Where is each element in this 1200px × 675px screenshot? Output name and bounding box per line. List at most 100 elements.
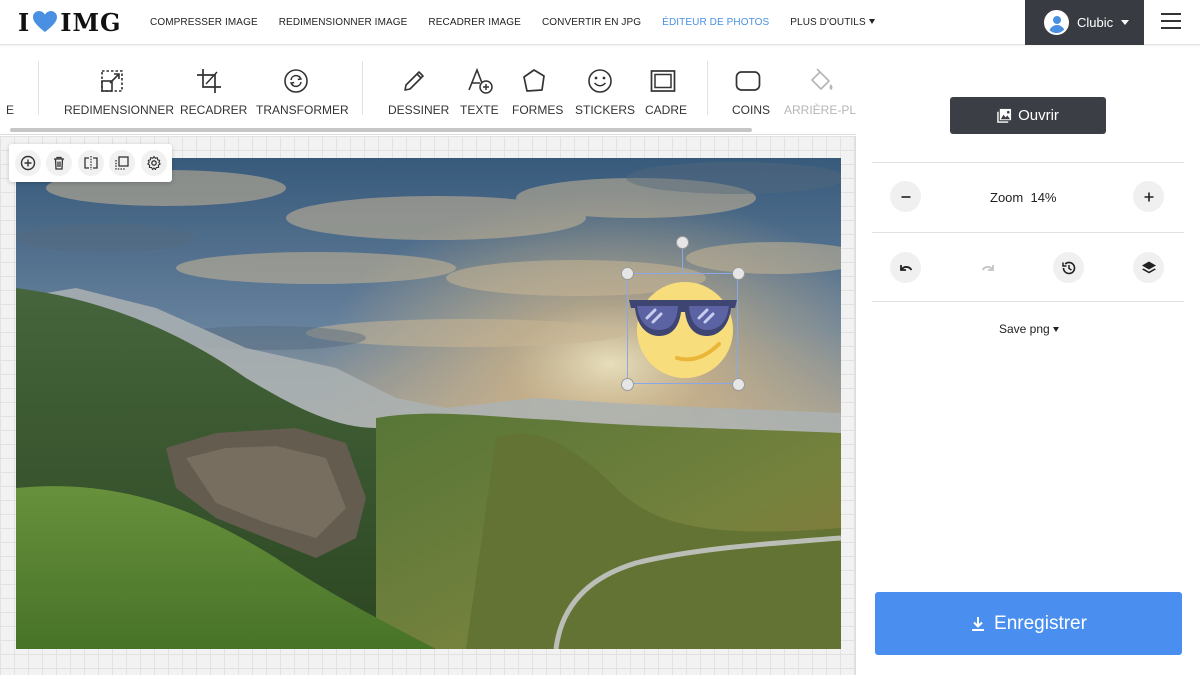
panel-divider — [872, 301, 1184, 302]
layers-icon — [1141, 261, 1156, 273]
transform-icon — [284, 69, 308, 93]
save-button-label: Enregistrer — [994, 612, 1087, 634]
landscape-photo[interactable] — [16, 158, 841, 649]
object-toolbar — [9, 144, 172, 182]
images-icon — [997, 108, 1012, 123]
resize-handle-top-right[interactable] — [732, 267, 745, 280]
toolbar-divider — [38, 61, 39, 115]
more-tools-label: PLUS D'OUTILS — [790, 17, 866, 28]
tool-stickers[interactable]: STICKERS — [573, 45, 635, 133]
rotation-guide-line — [682, 248, 683, 273]
resize-icon — [101, 70, 123, 92]
logo-word-img: IMG — [60, 7, 122, 37]
caret-down-icon — [868, 19, 875, 24]
text-add-icon — [468, 68, 493, 94]
nav-link-photo-editor[interactable]: ÉDITEUR DE PHOTOS — [662, 17, 769, 28]
nav-link-crop[interactable]: RECADRER IMAGE — [428, 17, 521, 28]
tool-text[interactable]: TEXTE — [458, 45, 499, 133]
resize-handle-bottom-right[interactable] — [732, 378, 745, 391]
trash-icon — [54, 156, 65, 170]
tool-draw[interactable]: DESSINER — [386, 45, 449, 133]
tool-stickers-label: STICKERS — [575, 103, 636, 117]
username: Clubic — [1077, 15, 1114, 30]
editor-toolbar: E REDIMENSIONNER RECADRER TRANSFORMER DE… — [0, 45, 856, 135]
undo-button[interactable] — [890, 252, 921, 283]
crop-icon — [197, 69, 221, 93]
save-format-label: Save png — [999, 322, 1050, 336]
flip-icon — [84, 156, 98, 170]
zoom-out-button[interactable] — [890, 181, 921, 212]
nav-link-convert-jpg[interactable]: CONVERTIR EN JPG — [542, 17, 641, 28]
rounded-corners-icon — [735, 71, 761, 91]
tool-background[interactable]: ARRIÈRE-PL — [782, 45, 856, 133]
tool-shapes-label: FORMES — [512, 103, 564, 117]
open-button[interactable]: Ouvrir — [950, 97, 1106, 134]
zoom-label: Zoom — [990, 190, 1024, 205]
redo-button[interactable] — [972, 252, 1003, 283]
minus-icon — [901, 195, 910, 198]
tool-corners-label: COINS — [732, 103, 771, 117]
tool-partial-label: E — [6, 103, 15, 117]
settings-icon — [146, 155, 161, 171]
save-format-dropdown[interactable]: Save png — [999, 322, 1059, 336]
rotate-handle[interactable] — [676, 236, 689, 249]
nav-link-compress[interactable]: COMPRESSER IMAGE — [150, 17, 258, 28]
history-button[interactable] — [1053, 252, 1084, 283]
tool-text-label: TEXTE — [460, 103, 499, 117]
right-panel: Ouvrir Zoom 14% Save png Enregistrer — [857, 45, 1200, 675]
tool-resize[interactable]: REDIMENSIONNER — [62, 45, 174, 133]
tool-transform[interactable]: TRANSFORMER — [254, 45, 349, 133]
zoom-value: 14% — [1030, 190, 1057, 205]
caret-down-icon — [1121, 20, 1130, 25]
add-object-button[interactable] — [15, 150, 41, 176]
resize-handle-top-left[interactable] — [621, 267, 634, 280]
paint-bucket-icon — [811, 68, 833, 90]
pencil-icon — [404, 71, 424, 91]
toolbar-scrollbar[interactable] — [10, 128, 752, 132]
save-button[interactable]: Enregistrer — [875, 592, 1182, 655]
object-settings-button[interactable] — [140, 150, 167, 176]
tool-background-label: ARRIÈRE-PL — [784, 103, 856, 117]
zoom-readout: Zoom 14% — [990, 190, 1057, 205]
tool-partial[interactable]: E — [0, 45, 14, 133]
heart-icon — [33, 11, 58, 32]
toolbar-divider — [362, 61, 363, 115]
tool-crop[interactable]: RECADRER — [178, 45, 247, 133]
canvas-area[interactable] — [0, 136, 856, 675]
open-button-label: Ouvrir — [1018, 107, 1059, 124]
logo-letter-i: I — [18, 7, 31, 37]
hamburger-icon[interactable] — [1161, 13, 1181, 30]
landscape-image — [16, 158, 841, 649]
delete-object-button[interactable] — [46, 150, 73, 176]
tool-resize-label: REDIMENSIONNER — [64, 103, 175, 117]
tool-corners[interactable]: COINS — [730, 45, 770, 133]
top-navigation: I IMG COMPRESSER IMAGE REDIMENSIONNER IM… — [0, 0, 1200, 45]
layers-button[interactable] — [1133, 252, 1164, 283]
nav-links: COMPRESSER IMAGE REDIMENSIONNER IMAGE RE… — [150, 0, 896, 45]
history-icon — [1061, 261, 1075, 274]
frame-icon — [650, 70, 676, 92]
avatar — [1044, 10, 1069, 35]
smiley-icon — [588, 69, 612, 93]
shapes-icon — [523, 69, 545, 92]
duplicate-object-button[interactable] — [109, 150, 136, 176]
zoom-in-button[interactable] — [1133, 181, 1164, 212]
tool-frame-label: CADRE — [645, 103, 688, 117]
add-icon — [20, 155, 36, 171]
ilovimg-logo[interactable]: I IMG — [18, 7, 122, 37]
user-menu-button[interactable]: Clubic — [1025, 0, 1144, 45]
download-icon — [972, 616, 985, 631]
panel-divider — [872, 162, 1184, 163]
tool-transform-label: TRANSFORMER — [256, 103, 349, 117]
nav-link-resize[interactable]: REDIMENSIONNER IMAGE — [279, 17, 408, 28]
nav-link-more-tools[interactable]: PLUS D'OUTILS — [790, 17, 875, 28]
caret-down-icon — [1052, 327, 1059, 332]
tool-shapes[interactable]: FORMES — [510, 45, 563, 133]
resize-handle-bottom-left[interactable] — [621, 378, 634, 391]
tool-draw-label: DESSINER — [388, 103, 450, 117]
flip-object-button[interactable] — [77, 150, 104, 176]
plus-icon — [1144, 192, 1153, 201]
tool-frame[interactable]: CADRE — [643, 45, 688, 133]
toolbar-divider — [707, 61, 708, 115]
panel-divider — [872, 232, 1184, 233]
